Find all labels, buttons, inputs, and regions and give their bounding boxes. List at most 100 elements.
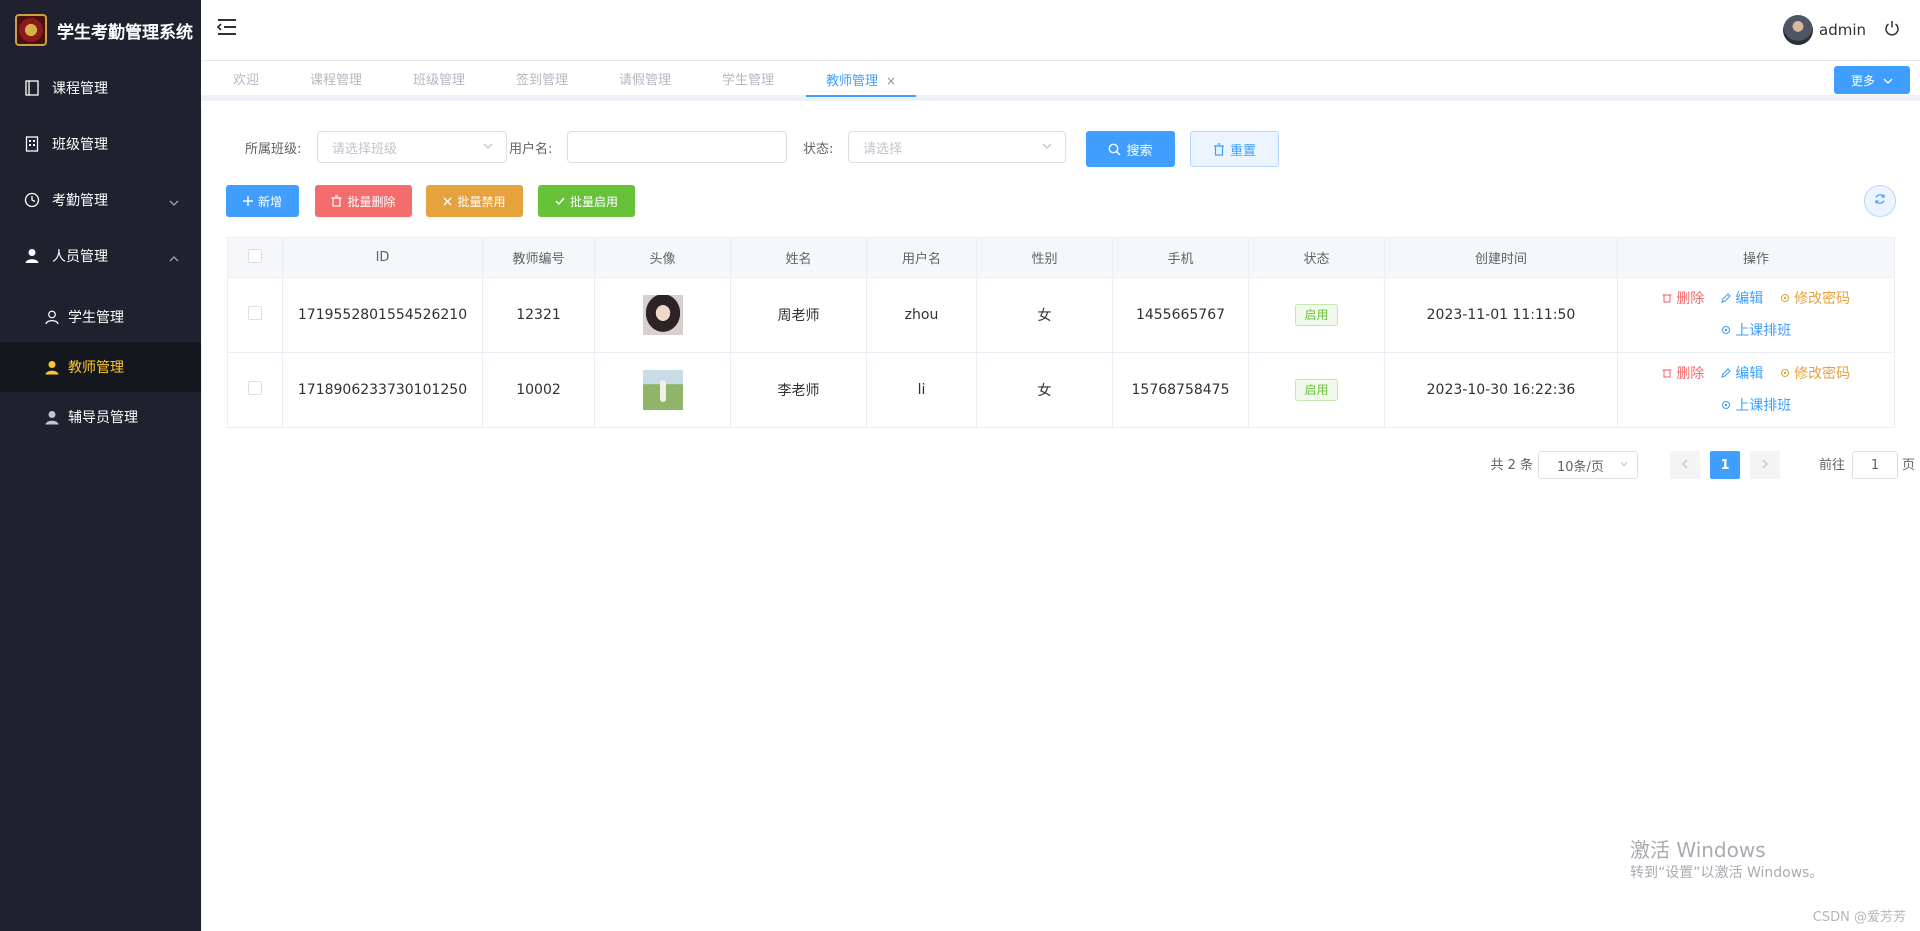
batch-delete-button[interactable]: 批量删除 bbox=[315, 185, 412, 217]
plus-icon bbox=[242, 196, 253, 206]
username-input[interactable] bbox=[567, 131, 787, 163]
column-header[interactable]: 头像 bbox=[594, 237, 731, 278]
cell-avatar bbox=[594, 352, 731, 428]
cell-actions: 删除 编辑 修改密码 上课排班 bbox=[1617, 277, 1895, 353]
sidebar-item-attendance[interactable]: 考勤管理 bbox=[0, 172, 201, 228]
delete-link[interactable]: 删除 bbox=[1662, 291, 1709, 307]
column-header[interactable]: 手机 bbox=[1112, 237, 1249, 278]
column-header[interactable]: ID bbox=[282, 237, 483, 278]
trash-icon bbox=[331, 195, 342, 207]
username-filter-label: 用户名: bbox=[509, 142, 553, 157]
sidebar-item-classes[interactable]: 班级管理 bbox=[0, 116, 201, 172]
tab-courses[interactable]: 课程管理 bbox=[310, 61, 362, 97]
goto-suffix: 页 bbox=[1901, 458, 1915, 473]
chevron-down-icon bbox=[1883, 73, 1893, 87]
avatar-thumbnail[interactable] bbox=[642, 370, 683, 410]
column-header[interactable]: 性别 bbox=[976, 237, 1113, 278]
schedule-link[interactable]: 上课排班 bbox=[1721, 398, 1791, 414]
status-select[interactable]: 请选择 bbox=[848, 131, 1066, 163]
username[interactable]: admin bbox=[1819, 21, 1866, 39]
class-filter-label: 所属班级: bbox=[245, 142, 302, 157]
cell-created: 2023-11-01 11:11:50 bbox=[1384, 277, 1618, 353]
row-checkbox[interactable] bbox=[248, 381, 262, 395]
sidebar-item-label: 辅导员管理 bbox=[68, 410, 138, 426]
select-all-checkbox[interactable] bbox=[248, 248, 262, 263]
avatar-thumbnail[interactable] bbox=[642, 295, 683, 335]
sidebar-item-courses[interactable]: 课程管理 bbox=[0, 60, 201, 116]
batch-enable-button[interactable]: 批量启用 bbox=[538, 185, 635, 217]
cell-phone: 15768758475 bbox=[1112, 352, 1249, 428]
page-size-select[interactable]: 10条/页 bbox=[1538, 451, 1638, 479]
search-button[interactable]: 搜索 bbox=[1086, 131, 1175, 167]
goto-prefix: 前往 bbox=[1818, 458, 1845, 473]
search-label: 搜索 bbox=[1126, 143, 1153, 159]
sidebar-item-teachers[interactable]: 教师管理 bbox=[0, 342, 201, 392]
next-page-button[interactable] bbox=[1750, 451, 1780, 479]
add-button[interactable]: 新增 bbox=[226, 185, 299, 217]
user-solid-icon bbox=[44, 359, 60, 375]
sidebar-item-label: 教师管理 bbox=[68, 360, 124, 376]
power-icon[interactable] bbox=[1884, 20, 1900, 40]
change-password-label: 修改密码 bbox=[1794, 291, 1851, 307]
cell-username: zhou bbox=[866, 277, 977, 353]
batch-disable-button[interactable]: 批量禁用 bbox=[426, 185, 523, 217]
chevron-left-icon bbox=[1681, 458, 1689, 473]
table-row: 1719552801554526210 12321 周老师 zhou 女 145… bbox=[227, 277, 1895, 353]
teacher-table: ID 教师编号 头像 姓名 用户名 性别 手机 状态 创建时间 操作 17195… bbox=[227, 237, 1895, 428]
tab-teachers[interactable]: 教师管理 × bbox=[806, 61, 917, 97]
row-checkbox[interactable] bbox=[248, 306, 262, 320]
column-header[interactable]: 状态 bbox=[1248, 237, 1385, 278]
prev-page-button[interactable] bbox=[1670, 451, 1700, 479]
column-header[interactable]: 创建时间 bbox=[1384, 237, 1618, 278]
menu-toggle-icon[interactable] bbox=[216, 18, 239, 38]
search-icon bbox=[1108, 143, 1121, 156]
chevron-down-icon bbox=[1619, 458, 1629, 473]
tab-students[interactable]: 学生管理 bbox=[722, 61, 774, 97]
cell-name: 李老师 bbox=[730, 352, 867, 428]
tab-classes[interactable]: 班级管理 bbox=[413, 61, 465, 97]
schedule-link[interactable]: 上课排班 bbox=[1721, 323, 1791, 339]
actions-line-1: 删除 编辑 修改密码 bbox=[1618, 283, 1894, 315]
actions-line-1: 删除 编辑 修改密码 bbox=[1618, 358, 1894, 390]
change-password-link[interactable]: 修改密码 bbox=[1780, 366, 1850, 382]
sidebar-item-counselors[interactable]: 辅导员管理 bbox=[0, 392, 201, 442]
column-header[interactable]: 用户名 bbox=[866, 237, 977, 278]
cell-created: 2023-10-30 16:22:36 bbox=[1384, 352, 1618, 428]
edit-link[interactable]: 编辑 bbox=[1720, 291, 1768, 307]
tab-leave[interactable]: 请假管理 bbox=[619, 61, 671, 97]
edit-link[interactable]: 编辑 bbox=[1720, 366, 1768, 382]
avatar[interactable] bbox=[1783, 15, 1813, 45]
more-button[interactable]: 更多 bbox=[1834, 66, 1910, 94]
tab-welcome[interactable]: 欢迎 bbox=[233, 61, 259, 97]
cell-id: 1719552801554526210 bbox=[282, 277, 483, 353]
change-password-link[interactable]: 修改密码 bbox=[1780, 291, 1850, 307]
sidebar-item-label: 班级管理 bbox=[52, 137, 108, 153]
csdn-credit: CSDN @爱芳芳 bbox=[1812, 910, 1906, 925]
refresh-button[interactable] bbox=[1864, 185, 1896, 217]
pagination-total: 共 2 条 bbox=[1490, 458, 1533, 473]
personnel-submenu: 学生管理 教师管理 辅导员管理 bbox=[0, 284, 201, 442]
trash-icon bbox=[1662, 369, 1672, 378]
column-header[interactable]: 教师编号 bbox=[482, 237, 595, 278]
column-header[interactable]: 姓名 bbox=[730, 237, 867, 278]
goto-page-input[interactable]: 1 bbox=[1852, 451, 1898, 479]
app-title: 学生考勤管理系统 bbox=[57, 22, 193, 43]
cell-username: li bbox=[866, 352, 977, 428]
chevron-down-icon bbox=[482, 140, 494, 156]
reset-button[interactable]: 重置 bbox=[1190, 131, 1279, 167]
status-select-placeholder: 请选择 bbox=[863, 141, 903, 157]
trash-icon bbox=[1662, 294, 1672, 303]
cell-gender: 女 bbox=[976, 277, 1113, 353]
tab-signin[interactable]: 签到管理 bbox=[516, 61, 568, 97]
page-number-button[interactable]: 1 bbox=[1710, 451, 1740, 479]
cell-avatar bbox=[594, 277, 731, 353]
sidebar-item-personnel[interactable]: 人员管理 bbox=[0, 228, 201, 284]
cell-actions: 删除 编辑 修改密码 上课排班 bbox=[1617, 352, 1895, 428]
table-row: 1718906233730101250 10002 李老师 li 女 15768… bbox=[227, 352, 1895, 428]
sidebar-item-students[interactable]: 学生管理 bbox=[0, 292, 201, 342]
close-icon[interactable]: × bbox=[886, 74, 896, 88]
delete-link[interactable]: 删除 bbox=[1662, 366, 1709, 382]
sidebar-item-label: 人员管理 bbox=[52, 249, 108, 265]
class-select[interactable]: 请选择班级 bbox=[317, 131, 507, 163]
actions-line-2: 上课排班 bbox=[1618, 315, 1894, 347]
